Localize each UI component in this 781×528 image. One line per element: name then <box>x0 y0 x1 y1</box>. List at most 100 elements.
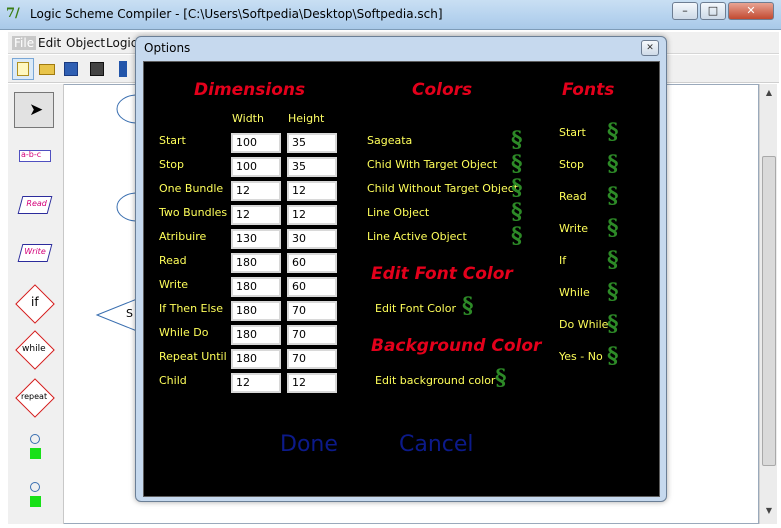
edit-background-color-label: Edit background color <box>375 374 496 387</box>
width-column-header: Width <box>232 112 264 125</box>
compile-button[interactable] <box>112 58 134 80</box>
edit-font-color-heading: Edit Font Color <box>371 264 513 284</box>
options-panel: Dimensions Width Height Start 100 35 Stop 10… <box>143 61 660 497</box>
color-option-label: Sageata <box>367 134 413 147</box>
text-tool[interactable]: a-b-c <box>19 150 51 162</box>
dimensions-heading: Dimensions <box>194 80 306 100</box>
cancel-button[interactable]: Cancel <box>399 432 474 457</box>
dimension-height-input[interactable]: 70 <box>287 325 337 345</box>
dimension-label: One Bundle <box>159 182 224 195</box>
font-color-picker-icon[interactable]: § <box>462 294 474 318</box>
child-circle-icon <box>30 434 40 444</box>
write-tool[interactable]: Write <box>17 244 53 262</box>
font-option-label: Read <box>559 190 587 203</box>
shape-palette: ➤ a-b-c Read Write if while repeat <box>8 84 64 524</box>
child-square-icon <box>30 448 41 459</box>
height-column-header: Height <box>288 112 325 125</box>
dimension-height-input[interactable]: 60 <box>287 277 337 297</box>
dimension-height-input[interactable]: 12 <box>287 373 337 393</box>
read-tool[interactable]: Read <box>17 196 53 214</box>
dimension-width-input[interactable]: 180 <box>231 253 281 273</box>
colors-heading: Colors <box>412 80 473 100</box>
app-icon: 7/ <box>6 6 20 21</box>
save-button[interactable] <box>60 58 82 80</box>
pointer-icon: ➤ <box>29 100 44 120</box>
color-picker-icon[interactable]: § <box>511 200 523 224</box>
text-tool-label: a-b-c <box>21 150 42 159</box>
dimension-height-input[interactable]: 12 <box>287 205 337 225</box>
font-picker-icon[interactable]: § <box>607 280 619 304</box>
app-title-bar[interactable]: 7/ Logic Scheme Compiler - [C:\Users\Sof… <box>0 0 781 30</box>
dimension-height-input[interactable]: 70 <box>287 349 337 369</box>
dimension-width-input[interactable]: 100 <box>231 133 281 153</box>
new-file-button[interactable] <box>12 58 34 80</box>
dimension-width-input[interactable]: 130 <box>231 229 281 249</box>
color-picker-icon[interactable]: § <box>511 224 523 248</box>
dimension-height-input[interactable]: 30 <box>287 229 337 249</box>
font-picker-icon[interactable]: § <box>607 152 619 176</box>
menu-logic[interactable]: Logic <box>106 36 137 50</box>
color-picker-icon[interactable]: § <box>511 128 523 152</box>
open-file-button[interactable] <box>36 58 58 80</box>
font-picker-icon[interactable]: § <box>607 216 619 240</box>
close-button[interactable]: ✕ <box>728 2 774 20</box>
save-all-button[interactable] <box>86 58 108 80</box>
dimension-width-input[interactable]: 180 <box>231 325 281 345</box>
font-option-label: Start <box>559 126 586 139</box>
done-button[interactable]: Done <box>280 432 338 457</box>
maximize-button[interactable]: □ <box>700 2 726 20</box>
font-option-label: Write <box>559 222 589 235</box>
dimension-width-input[interactable]: 100 <box>231 157 281 177</box>
save-icon <box>64 62 78 76</box>
font-option-label: Do While <box>559 318 609 331</box>
if-tool-label: if <box>31 295 39 309</box>
child-tool[interactable] <box>26 432 46 462</box>
scroll-down-icon[interactable]: ▼ <box>763 506 775 518</box>
font-picker-icon[interactable]: § <box>607 344 619 368</box>
read-tool-label: Read <box>26 199 47 208</box>
menu-object[interactable]: Object <box>66 36 105 50</box>
dimension-width-input[interactable]: 180 <box>231 349 281 369</box>
color-option-label: Line Active Object <box>367 230 467 243</box>
scroll-thumb[interactable] <box>762 156 776 466</box>
background-color-picker-icon[interactable]: § <box>495 366 507 390</box>
dimension-height-input[interactable]: 70 <box>287 301 337 321</box>
minimize-button[interactable]: – <box>672 2 698 20</box>
vertical-scrollbar[interactable]: ▲ ▼ <box>759 84 777 524</box>
font-option-label: Stop <box>559 158 585 171</box>
scroll-up-icon[interactable]: ▲ <box>763 88 775 100</box>
color-picker-icon[interactable]: § <box>511 176 523 200</box>
dimension-width-input[interactable]: 180 <box>231 301 281 321</box>
two-bundles-tool[interactable] <box>26 480 46 510</box>
dimension-label: Stop <box>159 158 185 171</box>
fonts-heading: Fonts <box>562 80 615 100</box>
dimension-height-input[interactable]: 12 <box>287 181 337 201</box>
write-tool-label: Write <box>24 247 46 256</box>
font-picker-icon[interactable]: § <box>607 248 619 272</box>
font-picker-icon[interactable]: § <box>607 184 619 208</box>
font-picker-icon[interactable]: § <box>607 120 619 144</box>
font-picker-icon[interactable]: § <box>607 312 619 336</box>
dimension-height-input[interactable]: 35 <box>287 133 337 153</box>
canvas-shape-text: S <box>126 307 133 320</box>
dimension-width-input[interactable]: 12 <box>231 205 281 225</box>
dimension-width-input[interactable]: 12 <box>231 373 281 393</box>
save-all-icon <box>90 62 104 76</box>
dimension-label: Two Bundles <box>159 206 228 219</box>
select-tool-button[interactable]: ➤ <box>14 92 54 128</box>
menu-edit[interactable]: Edit <box>38 36 61 50</box>
color-option-label: Child Without Target Object <box>367 182 519 195</box>
dimension-width-input[interactable]: 12 <box>231 181 281 201</box>
menu-file[interactable]: File <box>12 36 37 50</box>
color-picker-icon[interactable]: § <box>511 152 523 176</box>
color-option-label: Chid With Target Object <box>367 158 498 171</box>
dialog-close-button[interactable]: ✕ <box>641 40 659 56</box>
bundle-square-icon <box>30 496 41 507</box>
dimension-label: Child <box>159 374 187 387</box>
compile-icon <box>119 61 127 77</box>
options-dialog: Options ✕ Dimensions Width Height Start 1… <box>135 36 667 502</box>
dimension-height-input[interactable]: 60 <box>287 253 337 273</box>
dimension-width-input[interactable]: 180 <box>231 277 281 297</box>
window-title: Logic Scheme Compiler - [C:\Users\Softpe… <box>30 7 443 21</box>
dimension-height-input[interactable]: 35 <box>287 157 337 177</box>
